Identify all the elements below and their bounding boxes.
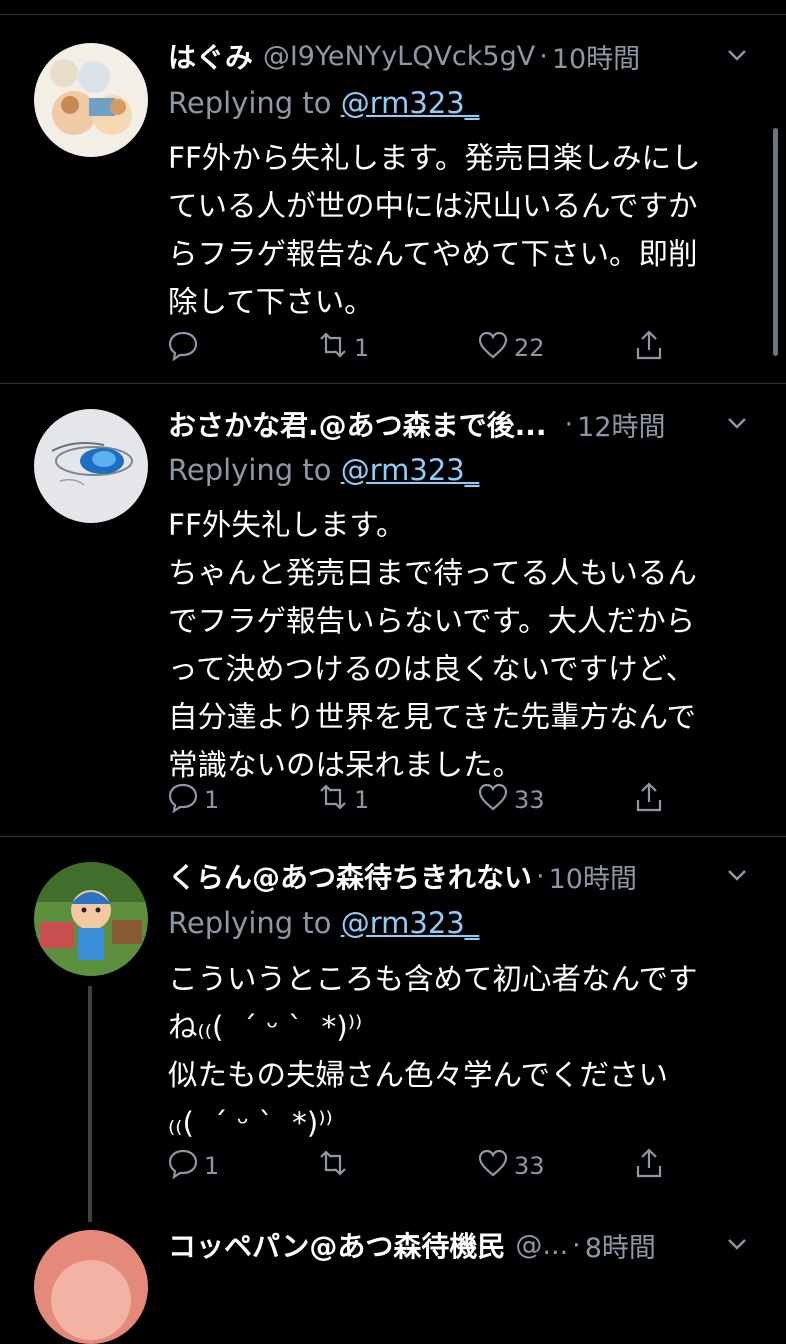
separator-dot: · xyxy=(572,1229,581,1261)
replying-to: Replying to @rm323_ xyxy=(168,86,479,120)
like-icon xyxy=(476,328,514,368)
chevron-down-icon[interactable] xyxy=(722,860,752,890)
like-icon xyxy=(476,780,514,820)
replying-label: Replying to xyxy=(168,86,341,120)
reply-count: 1 xyxy=(204,1152,220,1180)
like-button[interactable]: 33 xyxy=(476,1146,545,1186)
reply-button[interactable]: 1 xyxy=(166,1146,219,1186)
separator-dot: · xyxy=(564,408,574,440)
reply-icon xyxy=(166,328,204,368)
avatar[interactable] xyxy=(34,409,148,523)
share-button[interactable] xyxy=(632,780,670,820)
tweet-header: はぐみ @I9YeNYyLQVck5gV · 10時間 xyxy=(168,36,766,76)
display-name[interactable]: くらん@あつ森待ちきれない xyxy=(168,856,532,896)
chevron-down-icon[interactable] xyxy=(722,40,752,70)
replying-label: Replying to xyxy=(168,453,341,487)
reply-button[interactable] xyxy=(166,328,204,368)
like-button[interactable]: 22 xyxy=(476,328,545,368)
user-handle[interactable]: @I9YeNYyLQVck5gV xyxy=(263,41,535,72)
reply-count: 1 xyxy=(204,786,220,814)
retweet-icon xyxy=(316,780,354,820)
display-name[interactable]: はぐみ xyxy=(168,36,253,76)
tweet-header: くらん@あつ森待ちきれない · 10時間 xyxy=(168,856,766,896)
user-handle[interactable]: @... xyxy=(515,1230,568,1261)
share-icon xyxy=(632,1146,670,1186)
like-button[interactable]: 33 xyxy=(476,780,545,820)
scrollbar[interactable] xyxy=(773,128,778,356)
retweet-icon xyxy=(316,1146,354,1186)
timestamp[interactable]: 12時間 xyxy=(577,405,665,444)
like-count: 33 xyxy=(514,1152,545,1180)
tweet-header: おさかな君.@あつ森まで後... · 12時間 xyxy=(168,404,766,444)
reply-icon xyxy=(166,780,204,820)
avatar[interactable] xyxy=(34,1230,148,1344)
retweet-button[interactable]: 1 xyxy=(316,328,369,368)
timestamp[interactable]: 10時間 xyxy=(552,37,640,76)
separator-dot: · xyxy=(539,40,548,72)
retweet-count: 1 xyxy=(354,786,370,814)
retweet-count: 1 xyxy=(354,334,370,362)
share-icon xyxy=(632,328,670,368)
replying-label: Replying to xyxy=(168,906,341,940)
tweet-actions: 1 1 33 xyxy=(166,780,706,820)
avatar[interactable] xyxy=(34,43,148,157)
tweet-divider xyxy=(0,836,786,837)
retweet-button[interactable] xyxy=(316,1146,354,1186)
retweet-button[interactable]: 1 xyxy=(316,780,369,820)
replying-to: Replying to @rm323_ xyxy=(168,453,479,487)
tweet-header: コッペパン@あつ森待機民 @... · 8時間 xyxy=(168,1225,766,1265)
timestamp[interactable]: 8時間 xyxy=(585,1226,656,1265)
like-icon xyxy=(476,1146,514,1186)
reply-icon xyxy=(166,1146,204,1186)
reply-button[interactable]: 1 xyxy=(166,780,219,820)
chevron-down-icon[interactable] xyxy=(722,408,752,438)
share-icon xyxy=(632,780,670,820)
tweet-actions: 1 22 xyxy=(166,328,706,368)
top-divider xyxy=(0,14,786,15)
share-button[interactable] xyxy=(632,1146,670,1186)
timestamp[interactable]: 10時間 xyxy=(549,857,637,896)
tweet-text: こういうところも含めて初心者なんです ね₍₍( ´ ᵕ ` *)⁾⁾ 似たもの夫… xyxy=(168,962,698,1140)
mention-link[interactable]: @rm323_ xyxy=(341,86,480,120)
tweet-text: FF外から失礼します。発売日楽しみにし ている人が世の中には沢山いるんですか ら… xyxy=(168,141,701,319)
thread-line xyxy=(88,986,92,1222)
tweet-text: FF外失礼します。 ちゃんと発売日まで待ってる人もいるん でフラゲ報告いらないで… xyxy=(168,508,697,782)
mention-link[interactable]: @rm323_ xyxy=(341,453,480,487)
display-name[interactable]: コッペパン@あつ森待機民 xyxy=(168,1225,505,1265)
chevron-down-icon[interactable] xyxy=(722,1229,752,1259)
like-count: 22 xyxy=(514,334,545,362)
tweet-divider xyxy=(0,383,786,384)
avatar[interactable] xyxy=(34,862,148,976)
share-button[interactable] xyxy=(632,328,670,368)
display-name[interactable]: おさかな君.@あつ森まで後... xyxy=(168,404,547,444)
like-count: 33 xyxy=(514,786,545,814)
replying-to: Replying to @rm323_ xyxy=(168,906,479,940)
separator-dot: · xyxy=(536,860,545,892)
retweet-icon xyxy=(316,328,354,368)
mention-link[interactable]: @rm323_ xyxy=(341,906,480,940)
tweet-actions: 1 33 xyxy=(166,1146,706,1186)
